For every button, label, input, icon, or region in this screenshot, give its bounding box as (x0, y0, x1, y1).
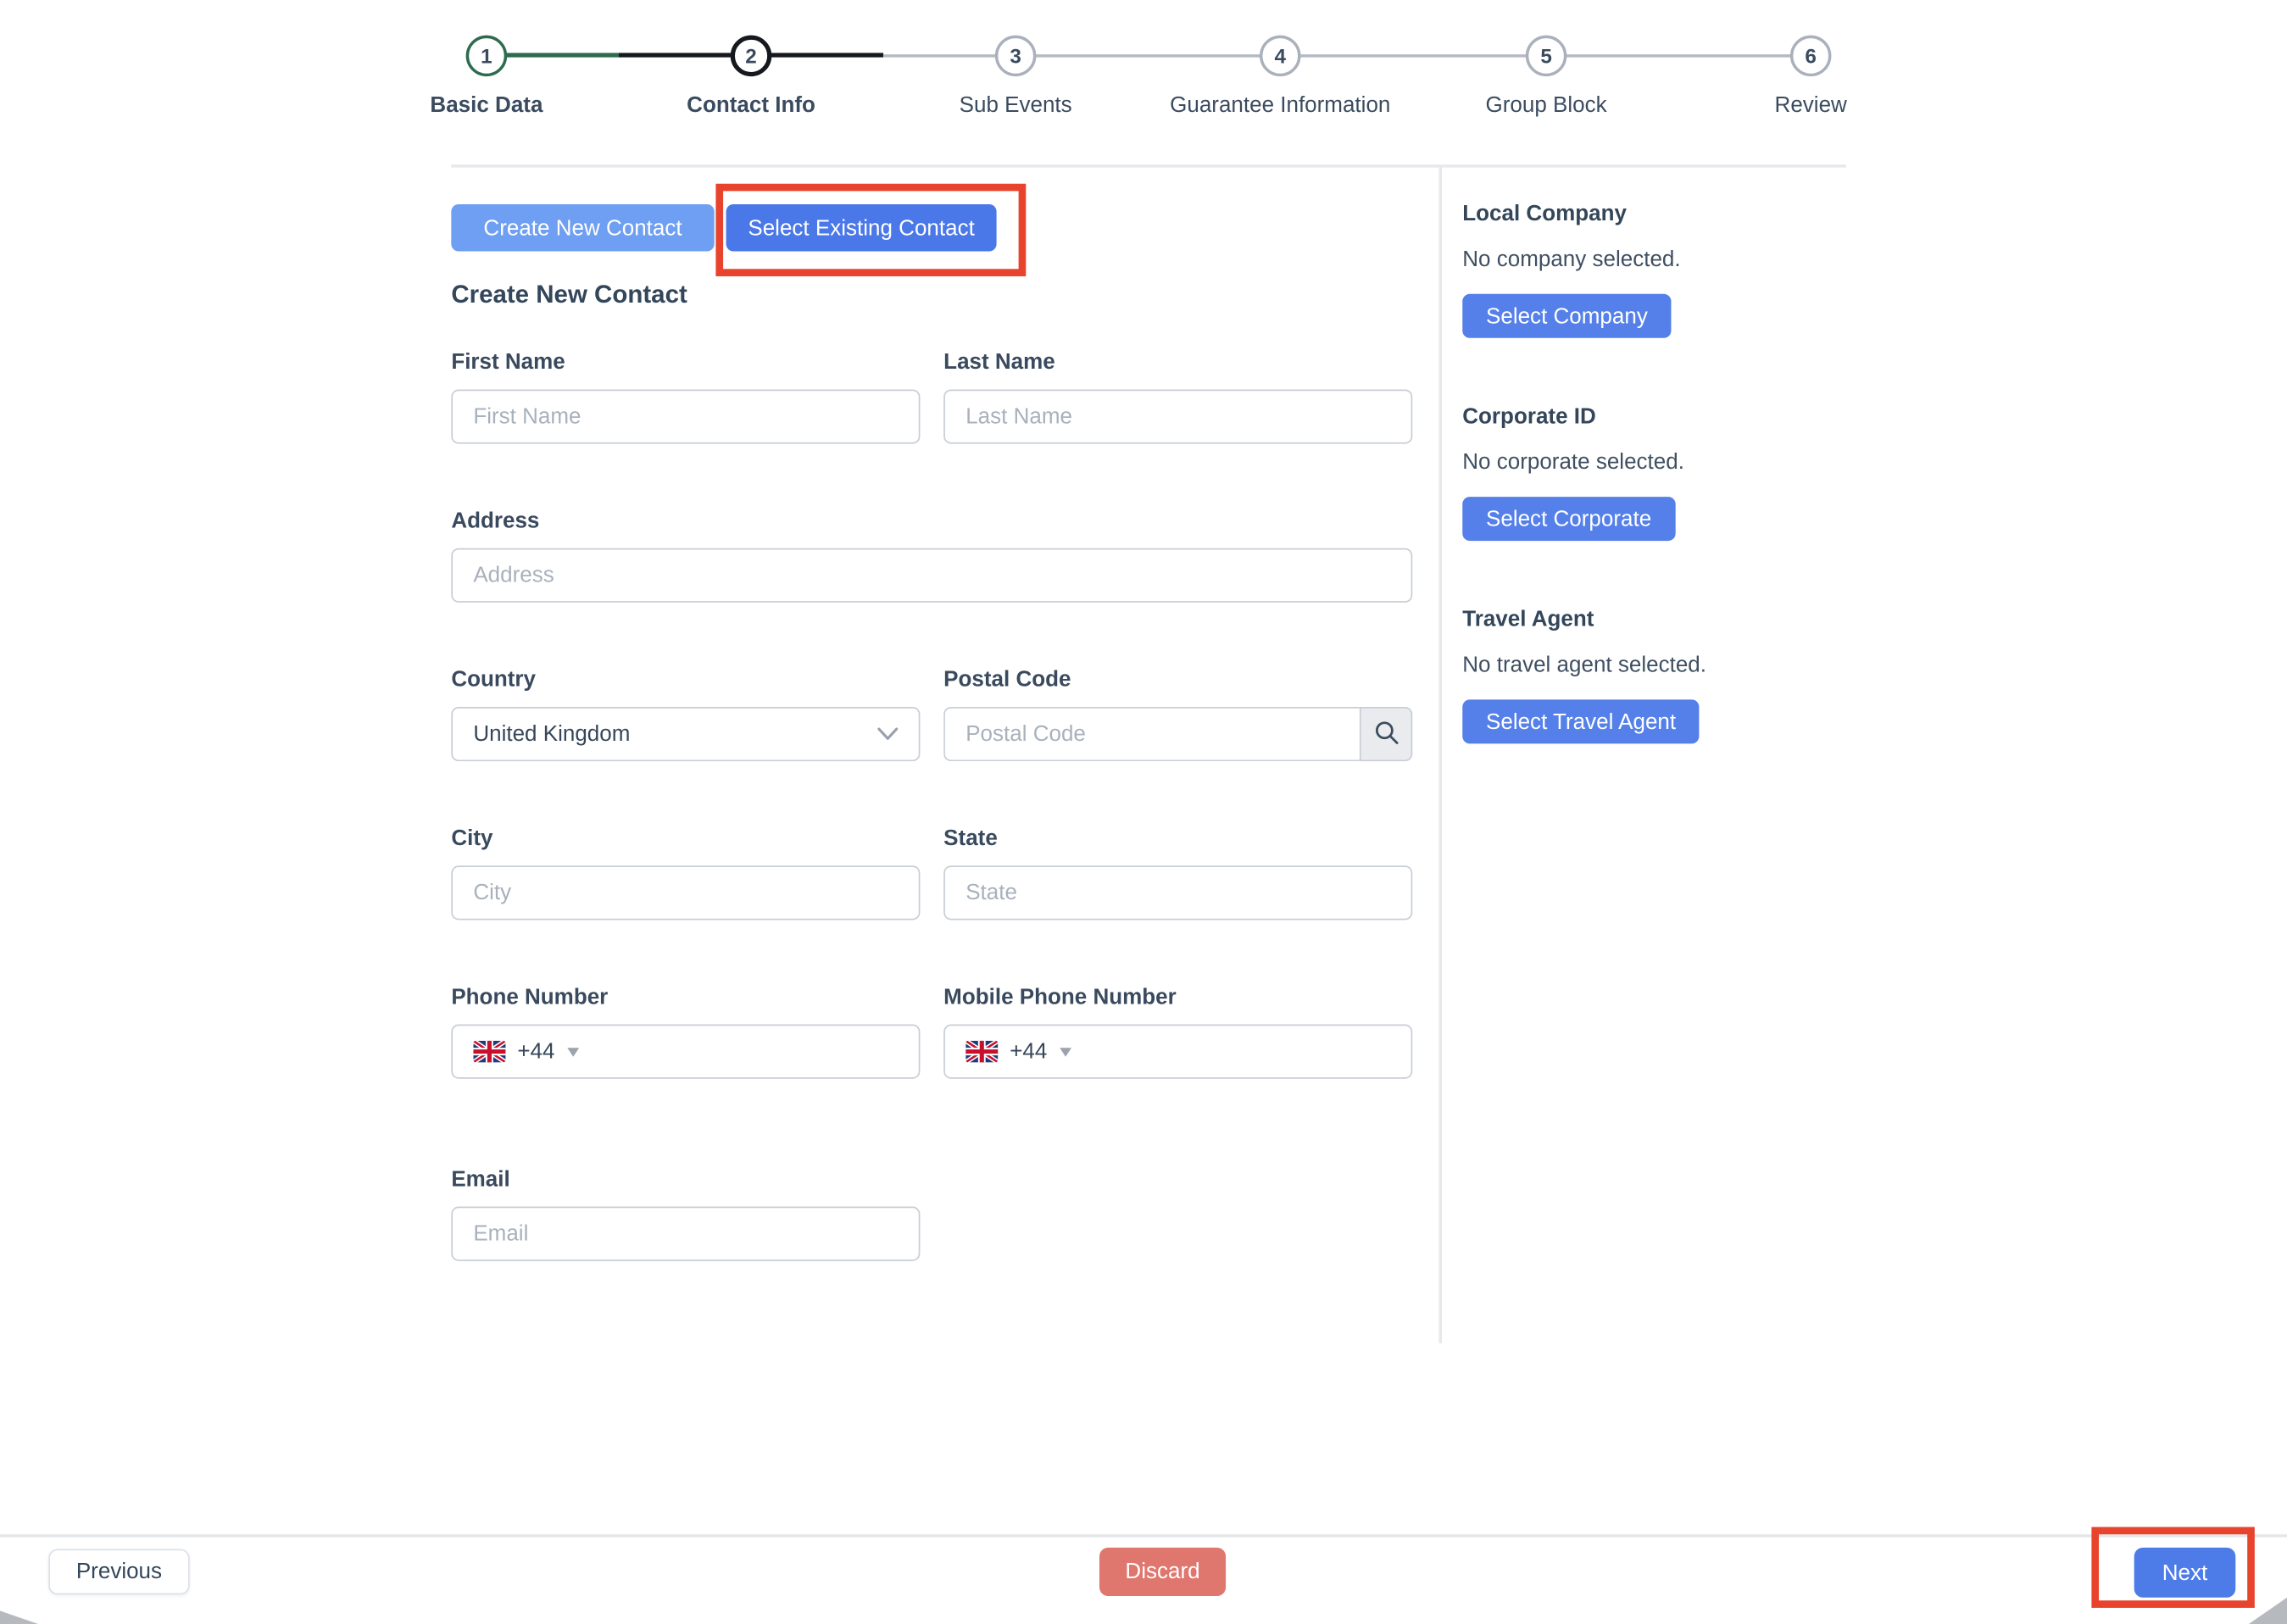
phone-number-label: Phone Number (451, 983, 920, 1013)
select-travel-agent-button[interactable]: Select Travel Agent (1462, 699, 1700, 743)
local-company-title: Local Company (1462, 200, 1846, 230)
step-4-number: 4 (1274, 44, 1286, 68)
mobile-phone-number-label: Mobile Phone Number (943, 983, 1412, 1013)
chevron-down-icon (877, 721, 898, 746)
select-corporate-button[interactable]: Select Corporate (1462, 497, 1675, 541)
form-heading: Create New Contact (451, 281, 687, 310)
next-button[interactable]: Next (2134, 1548, 2236, 1598)
postal-code-input[interactable] (943, 707, 1360, 761)
step-4-circle[interactable]: 4 (1260, 36, 1301, 77)
mobile-dial-caret-icon (1060, 1047, 1072, 1055)
travel-agent-title: Travel Agent (1462, 605, 1846, 635)
phone-row: Phone Number +44 Mobile Phone Number (451, 983, 1412, 1079)
city-input[interactable] (451, 865, 920, 920)
email-input[interactable] (451, 1207, 920, 1261)
step-2-circle[interactable]: 2 (731, 36, 772, 77)
email-label: Email (451, 1165, 920, 1195)
page-corner-shadow-left (0, 1610, 38, 1624)
mobile-phone-number-input[interactable]: +44 (943, 1025, 1412, 1079)
corporate-id-status: No corporate selected. (1462, 448, 1846, 478)
email-row: Email (451, 1165, 1412, 1261)
travel-agent-status: No travel agent selected. (1462, 651, 1846, 681)
step-3-circle[interactable]: 3 (995, 36, 1037, 77)
search-icon (1373, 720, 1398, 749)
step-3-number: 3 (1010, 44, 1021, 68)
postal-code-label: Postal Code (943, 665, 1412, 695)
city-state-row: City State (451, 825, 1412, 920)
header-divider (451, 164, 1845, 167)
step-6-label: Review (1649, 92, 1972, 117)
footer-divider (0, 1534, 2287, 1537)
stepper-connector (1546, 54, 1811, 57)
step-5-number: 5 (1540, 44, 1552, 68)
phone-dial-caret-icon (568, 1047, 580, 1055)
last-name-input[interactable] (943, 389, 1412, 443)
create-new-contact-tab[interactable]: Create New Contact (451, 204, 714, 251)
wizard-stepper: 1 2 3 4 5 6 Basic Data Contact Info Sub … (0, 0, 2287, 147)
address-label: Address (451, 507, 1412, 537)
mobile-dial-code: +44 (1010, 1039, 1047, 1064)
step-2-number: 2 (745, 44, 757, 68)
first-name-input[interactable] (451, 389, 920, 443)
phone-number-input[interactable]: +44 (451, 1025, 920, 1079)
step-1-number: 1 (481, 44, 492, 68)
step-5-circle[interactable]: 5 (1526, 36, 1567, 77)
country-label: Country (451, 665, 920, 695)
state-label: State (943, 825, 1412, 854)
postal-code-search-button[interactable] (1360, 707, 1412, 761)
uk-flag-icon (965, 1041, 998, 1063)
select-company-button[interactable]: Select Company (1462, 294, 1671, 338)
corporate-id-section: Corporate ID No corporate selected. Sele… (1462, 403, 1846, 541)
phone-dial-code: +44 (517, 1039, 554, 1064)
last-name-label: Last Name (943, 348, 1412, 378)
state-input[interactable] (943, 865, 1412, 920)
name-row: First Name Last Name (451, 348, 1412, 444)
address-input[interactable] (451, 548, 1412, 603)
step-6-circle[interactable]: 6 (1790, 36, 1832, 77)
stepper-connector (1280, 54, 1546, 57)
country-select[interactable]: United Kingdom (451, 707, 920, 761)
stepper-connector (1016, 54, 1280, 57)
page-corner-shadow-right (2249, 1598, 2287, 1624)
step-1-circle[interactable]: 1 (466, 36, 508, 77)
uk-flag-icon (473, 1041, 505, 1063)
step-6-number: 6 (1805, 44, 1817, 68)
country-select-value: United Kingdom (473, 721, 630, 746)
city-label: City (451, 825, 920, 854)
local-company-status: No company selected. (1462, 246, 1846, 275)
select-existing-contact-tab[interactable]: Select Existing Contact (726, 204, 997, 251)
corporate-id-title: Corporate ID (1462, 403, 1846, 432)
local-company-section: Local Company No company selected. Selec… (1462, 200, 1846, 338)
country-postal-row: Country United Kingdom Postal Code (451, 665, 1412, 761)
discard-button[interactable]: Discard (1099, 1548, 1226, 1596)
sidebar-divider (1439, 166, 1442, 1343)
first-name-label: First Name (451, 348, 920, 378)
contact-info-wizard-page: 1 2 3 4 5 6 Basic Data Contact Info Sub … (0, 0, 2287, 1624)
address-row: Address (451, 507, 1412, 603)
travel-agent-section: Travel Agent No travel agent selected. S… (1462, 605, 1846, 743)
previous-button[interactable]: Previous (48, 1549, 189, 1595)
